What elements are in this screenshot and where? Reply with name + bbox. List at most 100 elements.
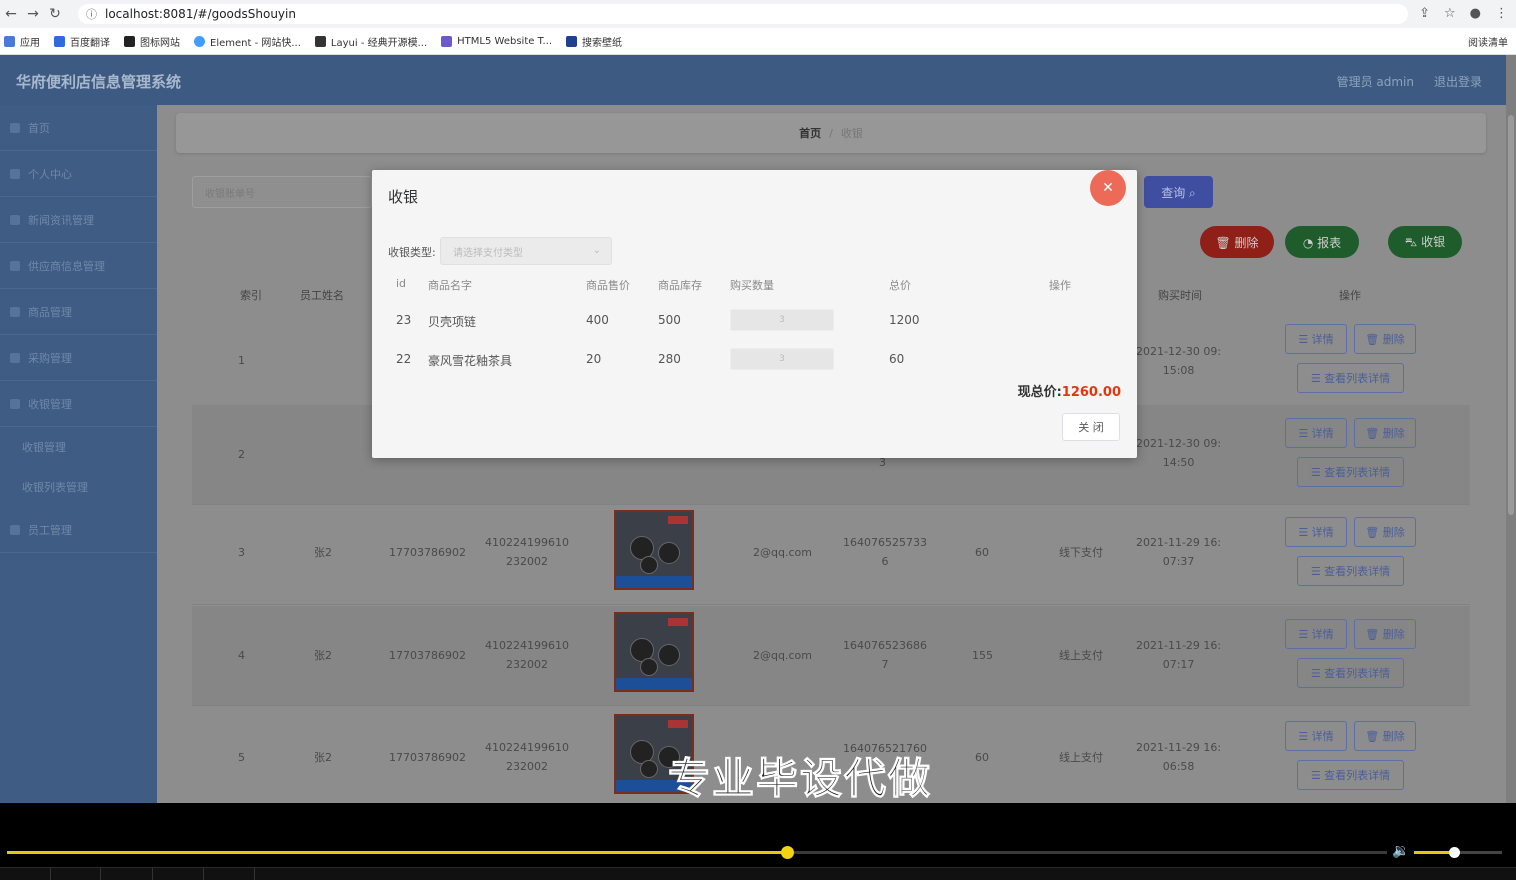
apps-icon — [4, 35, 15, 47]
page-scrollbar[interactable] — [1506, 55, 1516, 803]
row-delete-button[interactable]: 🗑 删除 — [1354, 324, 1416, 354]
bookmark-html5[interactable]: HTML5 Website T... — [441, 35, 552, 47]
volume-icon[interactable]: 🔉 — [1392, 843, 1409, 859]
supplier-icon — [10, 260, 20, 271]
reload-icon[interactable]: ↻ — [44, 6, 66, 22]
row-delete-button[interactable]: 🗑 删除 — [1354, 721, 1416, 751]
sidebar-item-purchase[interactable]: 采购管理 — [0, 335, 157, 381]
volume-slider[interactable] — [1414, 847, 1502, 858]
bookmarks-bar: 应用 百度翻译 图标网站 Element - 网站快... Layui - 经典… — [0, 28, 1516, 55]
search-input[interactable]: 收银账单号 — [192, 176, 372, 208]
list-detail-button[interactable]: ☰ 查看列表详情 — [1297, 363, 1404, 393]
detail-button[interactable]: ☰ 详情 — [1285, 619, 1347, 649]
element-icon — [194, 35, 205, 47]
row-delete-button[interactable]: 🗑 删除 — [1354, 418, 1416, 448]
forward-icon[interactable]: → — [22, 6, 44, 22]
detail-button[interactable]: ☰ 详情 — [1285, 517, 1347, 547]
col-stock: 商品库存 — [658, 279, 702, 292]
quantity-input[interactable]: 3 — [730, 309, 834, 331]
breadcrumb-separator: / — [829, 126, 833, 140]
row-idcard: 410224199610 232002 — [485, 741, 569, 773]
sidebar-item-goods[interactable]: 商品管理 — [0, 289, 157, 335]
sidebar-item-home[interactable]: 首页 — [0, 105, 157, 151]
seek-bar[interactable] — [7, 846, 1387, 859]
browser-toolbar: ← → ↻ ⓘ localhost:8081/#/goodsShouyin ⇪ … — [0, 0, 1516, 28]
row-email: 2@qq.com — [753, 546, 812, 559]
col-operation: 操作 — [1049, 279, 1071, 292]
col-actions: 操作 — [1339, 289, 1361, 302]
logout-link[interactable]: 退出登录 — [1434, 73, 1482, 90]
bookmark-icon-site[interactable]: 图标网站 — [124, 34, 180, 49]
product-image — [614, 510, 694, 590]
list-detail-button[interactable]: ☰ 查看列表详情 — [1297, 457, 1404, 487]
sidebar-item-staff[interactable]: 员工管理 — [0, 507, 157, 553]
row-bill-no: 164076523686 7 — [843, 639, 927, 671]
sidebar-sub-cashier[interactable]: 收银管理 — [0, 427, 157, 467]
pay-type-label: 收银类型: — [388, 246, 436, 259]
bookmark-wallpaper[interactable]: 搜索壁纸 — [566, 34, 622, 49]
row-index: 5 — [238, 751, 245, 764]
detail-button[interactable]: ☰ 详情 — [1285, 418, 1347, 448]
bookmark-element[interactable]: Element - 网站快... — [194, 34, 301, 49]
table-row: 3 张2 17703786902 410224199610 232002 2@q… — [192, 505, 1470, 605]
row-total: 60 — [975, 751, 989, 764]
item-stock: 500 — [658, 313, 681, 327]
volume-handle[interactable] — [1448, 847, 1460, 858]
reading-list[interactable]: 阅读清单 — [1468, 34, 1508, 49]
list-detail-button[interactable]: ☰ 查看列表详情 — [1297, 760, 1404, 790]
item-id: 23 — [396, 313, 412, 327]
bookmark-layui[interactable]: Layui - 经典开源模... — [314, 34, 427, 49]
row-pay-type: 线上支付 — [1059, 751, 1103, 764]
item-stock: 280 — [658, 352, 681, 366]
bulk-delete-button[interactable]: 🗑 删除 — [1200, 226, 1274, 258]
row-phone: 17703786902 — [389, 649, 466, 662]
close-button[interactable]: 关 闭 — [1062, 413, 1120, 441]
info-icon[interactable]: ⓘ — [86, 6, 97, 22]
breadcrumb-home[interactable]: 首页 — [799, 125, 821, 141]
row-idcard: 410224199610 232002 — [485, 536, 569, 568]
row-name: 张2 — [314, 546, 332, 559]
row-time: 2021-11-29 16: 07:17 — [1136, 639, 1222, 671]
menu-icon[interactable]: ⋮ — [1495, 6, 1508, 21]
star-icon[interactable]: ☆ — [1444, 6, 1456, 21]
detail-button[interactable]: ☰ 详情 — [1285, 324, 1347, 354]
profile-icon[interactable]: ● — [1470, 6, 1481, 21]
browser-actions: ⇪ ☆ ● ⋮ — [1419, 6, 1508, 21]
translate-icon — [54, 35, 65, 47]
bookmark-baidu-translate[interactable]: 百度翻译 — [54, 34, 110, 49]
row-delete-button[interactable]: 🗑 删除 — [1354, 619, 1416, 649]
sidebar-item-news[interactable]: 新闻资讯管理 — [0, 197, 157, 243]
quantity-input[interactable]: 3 — [730, 348, 834, 370]
purchase-icon — [10, 352, 20, 363]
back-icon[interactable]: ← — [0, 6, 22, 22]
goods-icon — [10, 306, 20, 317]
seek-handle[interactable] — [780, 846, 794, 859]
col-index: 索引 — [240, 289, 262, 302]
query-button[interactable]: 查询 ⌕ — [1144, 176, 1213, 208]
share-icon[interactable]: ⇪ — [1419, 6, 1430, 21]
sidebar-item-supplier[interactable]: 供应商信息管理 — [0, 243, 157, 289]
detail-button[interactable]: ☰ 详情 — [1285, 721, 1347, 751]
scrollbar-thumb[interactable] — [1508, 115, 1514, 515]
bookmark-apps[interactable]: 应用 — [4, 34, 40, 49]
list-detail-button[interactable]: ☰ 查看列表详情 — [1297, 556, 1404, 586]
watermark-caption: 专业毕设代做 — [667, 754, 933, 804]
close-icon[interactable]: ✕ — [1090, 170, 1126, 206]
cashier-button[interactable]: ⛍ 收银 — [1388, 226, 1462, 258]
item-name: 豪风雪花釉茶具 — [428, 354, 513, 368]
sidebar-item-cashier[interactable]: 收银管理 — [0, 381, 157, 427]
row-pay-type: 线下支付 — [1059, 546, 1103, 559]
chevron-down-icon: ⌄ — [592, 245, 601, 256]
row-delete-button[interactable]: 🗑 删除 — [1354, 517, 1416, 547]
dialog-title: 收银 — [388, 188, 419, 206]
app-title: 华府便利店信息管理系统 — [16, 73, 182, 91]
sidebar-sub-cashier-list[interactable]: 收银列表管理 — [0, 467, 157, 507]
volume-level — [1414, 851, 1454, 854]
seek-progress — [7, 851, 787, 854]
sidebar-item-profile[interactable]: 个人中心 — [0, 151, 157, 197]
pay-type-select[interactable]: 请选择支付类型 ⌄ — [440, 237, 612, 265]
address-bar[interactable]: ⓘ localhost:8081/#/goodsShouyin — [78, 4, 1408, 24]
list-detail-button[interactable]: ☰ 查看列表详情 — [1297, 658, 1404, 688]
row-index: 4 — [238, 649, 245, 662]
report-button[interactable]: ◔ 报表 — [1285, 226, 1359, 258]
